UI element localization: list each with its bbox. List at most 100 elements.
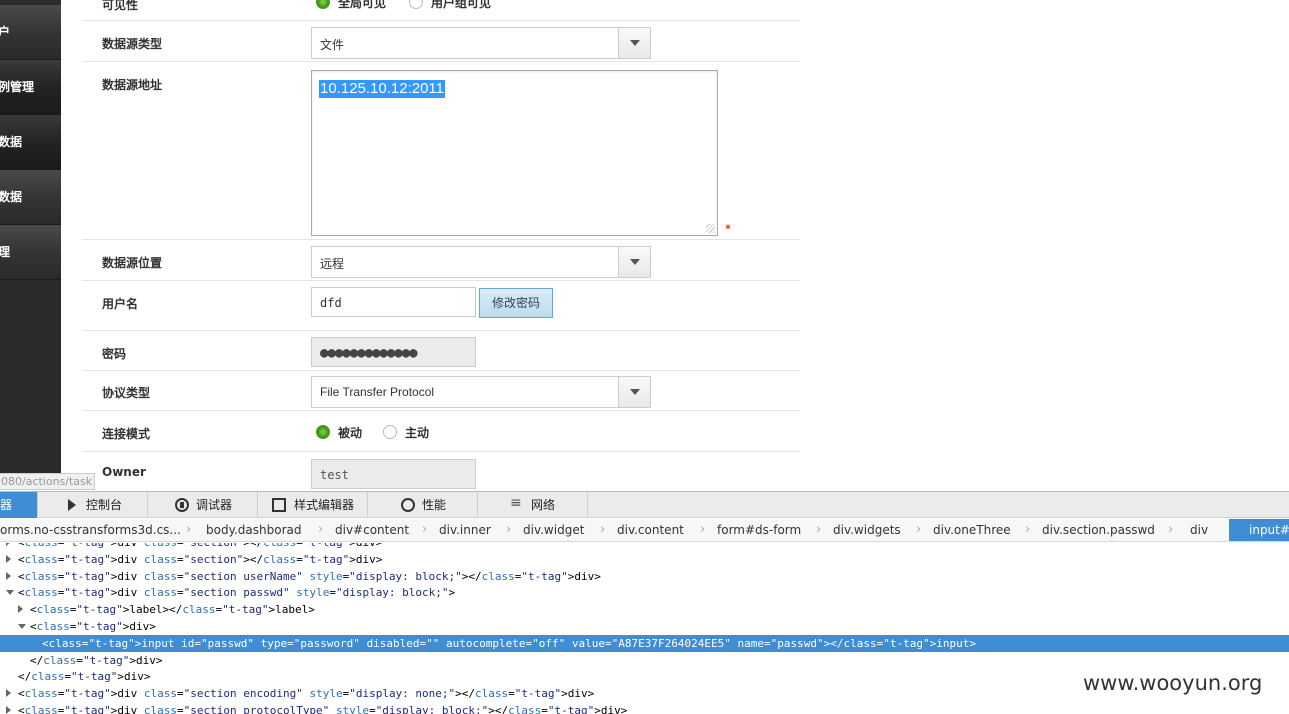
chevron-down-icon[interactable] (618, 377, 650, 407)
twisty-expanded-icon[interactable] (18, 624, 26, 629)
radio-checked-icon (316, 0, 330, 9)
twisty-collapsed-icon[interactable] (6, 571, 11, 580)
password-input[interactable]: ●●●●●●●●●●●●● (311, 337, 476, 367)
sidebar-item-management[interactable]: 理 (0, 225, 61, 280)
sidebar-item-label: 数据 (0, 190, 23, 204)
ds-location-row: 数据源位置 远程 (82, 240, 800, 281)
twisty-collapsed-icon[interactable] (6, 554, 11, 563)
chevron-down-icon[interactable] (618, 247, 650, 277)
password-row: 密码 ●●●●●●●●●●●●● (82, 331, 800, 371)
ds-type-label: 数据源类型 (102, 37, 163, 51)
dom-node[interactable]: <class="t-tag">div class="section passwd… (0, 584, 1289, 601)
sidebar-item-label: 例管理 (0, 80, 35, 94)
dom-node-text: <class="t-tag">div class="section passwd… (18, 586, 456, 600)
password-label: 密码 (102, 347, 127, 361)
dom-node[interactable]: <class="t-tag">div class="section userNa… (0, 568, 1289, 585)
protocol-label: 协议类型 (102, 386, 151, 400)
tab-performance[interactable]: 性能 (368, 492, 478, 518)
sidebar-item-data-2[interactable]: 数据 (0, 170, 61, 225)
network-icon (510, 496, 524, 512)
owner-input[interactable]: test (311, 459, 476, 489)
sidebar-item-label: 理 (0, 225, 61, 279)
breadcrumb-separator-icon: › (600, 522, 606, 537)
conn-mode-row: 连接模式 被动 主动 (82, 411, 800, 452)
breadcrumb-item[interactable]: div (1190, 523, 1208, 537)
console-icon (66, 498, 80, 512)
breadcrumb-item[interactable]: body.dashborad (206, 523, 301, 537)
breadcrumb-item[interactable]: div#content (335, 523, 409, 537)
twisty-collapsed-icon[interactable] (6, 543, 11, 546)
breadcrumb-item[interactable]: div.content (617, 523, 684, 537)
breadcrumb-item[interactable]: div.oneThree (933, 523, 1011, 537)
status-bar-url: 080/actions/task (0, 473, 95, 490)
username-row: 用户名 dfd 修改密码 (82, 281, 800, 331)
breadcrumb: orms.no-csstransforms3d.cs... › body.das… (0, 519, 1289, 542)
ds-location-label: 数据源位置 (102, 256, 163, 270)
devtools-toolbar: 器 控制台 调试器 样式编辑器 性能 网络 (0, 492, 1289, 518)
breadcrumb-separator-icon: › (816, 522, 822, 537)
protocol-value: File Transfer Protocol (320, 385, 435, 399)
owner-label: Owner (102, 465, 146, 479)
ds-type-row: 数据源类型 文件 (82, 21, 800, 62)
watermark: www.wooyun.org (1083, 671, 1263, 695)
tab-network-label: 网络 (531, 498, 556, 512)
sidebar-item-users[interactable]: 户 (0, 5, 61, 60)
breadcrumb-item[interactable]: div.inner (439, 523, 491, 537)
protocol-select[interactable]: File Transfer Protocol (311, 376, 651, 408)
tab-debugger[interactable]: 调试器 (148, 492, 258, 518)
username-label: 用户名 (102, 297, 139, 311)
ds-address-value: 10.125.10.12:2011 (319, 80, 446, 98)
dom-node[interactable]: </class="t-tag">div> (0, 652, 1289, 669)
breadcrumb-item[interactable]: form#ds-form (717, 523, 801, 537)
breadcrumb-item[interactable]: div.widgets (833, 523, 901, 537)
username-input[interactable]: dfd (311, 287, 476, 317)
twisty-expanded-icon[interactable] (6, 590, 14, 596)
sidebar-item-data-1[interactable]: 数据 (0, 115, 61, 170)
ds-address-textarea[interactable]: 10.125.10.12:2011 (311, 70, 718, 236)
breadcrumb-item[interactable]: orms.no-csstransforms3d.cs... (0, 523, 181, 537)
radio-global-visible-label: 全局可见 (338, 0, 387, 10)
radio-unchecked-icon (383, 425, 397, 439)
breadcrumb-item-active[interactable]: input#p (1229, 519, 1289, 541)
chevron-down-icon[interactable] (618, 28, 650, 58)
protocol-row: 协议类型 File Transfer Protocol (82, 371, 800, 411)
tab-style-editor[interactable]: 样式编辑器 (258, 492, 368, 518)
dom-node-text: <class="t-tag">label></class="t-tag">lab… (30, 603, 315, 617)
breadcrumb-separator-icon: › (1168, 522, 1174, 537)
dom-node-selected[interactable]: <class="t-tag">input id="passwd" type="p… (0, 634, 1289, 652)
tab-style-editor-label: 样式编辑器 (294, 498, 355, 512)
ds-type-value: 文件 (320, 38, 345, 52)
dom-node-text: <class="t-tag">div class="section userNa… (18, 569, 601, 583)
dom-node[interactable]: <class="t-tag">div class="section protoc… (0, 702, 1289, 714)
style-editor-icon (272, 498, 286, 512)
dom-node[interactable]: <class="t-tag">label></class="t-tag">lab… (0, 601, 1289, 618)
sidebar-item-instance-management[interactable]: 例管理 (0, 60, 61, 115)
tab-inspector[interactable]: 器 (0, 492, 38, 518)
tab-console[interactable]: 控制台 (38, 492, 148, 518)
twisty-collapsed-icon[interactable] (18, 605, 23, 614)
ds-type-select[interactable]: 文件 (311, 27, 651, 59)
breadcrumb-separator-icon: › (916, 522, 922, 537)
breadcrumb-item[interactable]: div.widget (523, 523, 584, 537)
ds-location-value: 远程 (320, 257, 345, 271)
password-masked-value: ●●●●●●●●●●●●● (320, 345, 418, 361)
change-password-button[interactable]: 修改密码 (479, 288, 553, 318)
dom-node[interactable]: <class="t-tag">div> (0, 618, 1289, 635)
breadcrumb-separator-icon: › (422, 522, 428, 537)
dom-node[interactable]: <class="t-tag">div class="section"></cla… (0, 551, 1289, 568)
tab-debugger-label: 调试器 (196, 498, 233, 512)
tab-network[interactable]: 网络 (478, 492, 588, 518)
sidebar-item-label: 数据 (0, 135, 23, 149)
breadcrumb-item[interactable]: div.section.passwd (1042, 523, 1155, 537)
dom-node[interactable]: <class="t-tag">div class="section"></cla… (0, 543, 1289, 551)
sidebar-item-label: 户 (0, 5, 61, 59)
conn-mode-label: 连接模式 (102, 427, 151, 441)
datasource-form: 可见性 全局可见 用户组可见 数据源类型 文件 数据源地址 10.125.10.… (82, 0, 800, 490)
breadcrumb-separator-icon: › (1025, 522, 1031, 537)
tab-performance-label: 性能 (422, 498, 447, 512)
twisty-collapsed-icon[interactable] (6, 689, 11, 698)
ds-location-select[interactable]: 远程 (311, 246, 651, 278)
breadcrumb-separator-icon: › (506, 522, 512, 537)
owner-row: Owner test (82, 452, 800, 490)
resize-grip-icon[interactable] (706, 224, 715, 233)
